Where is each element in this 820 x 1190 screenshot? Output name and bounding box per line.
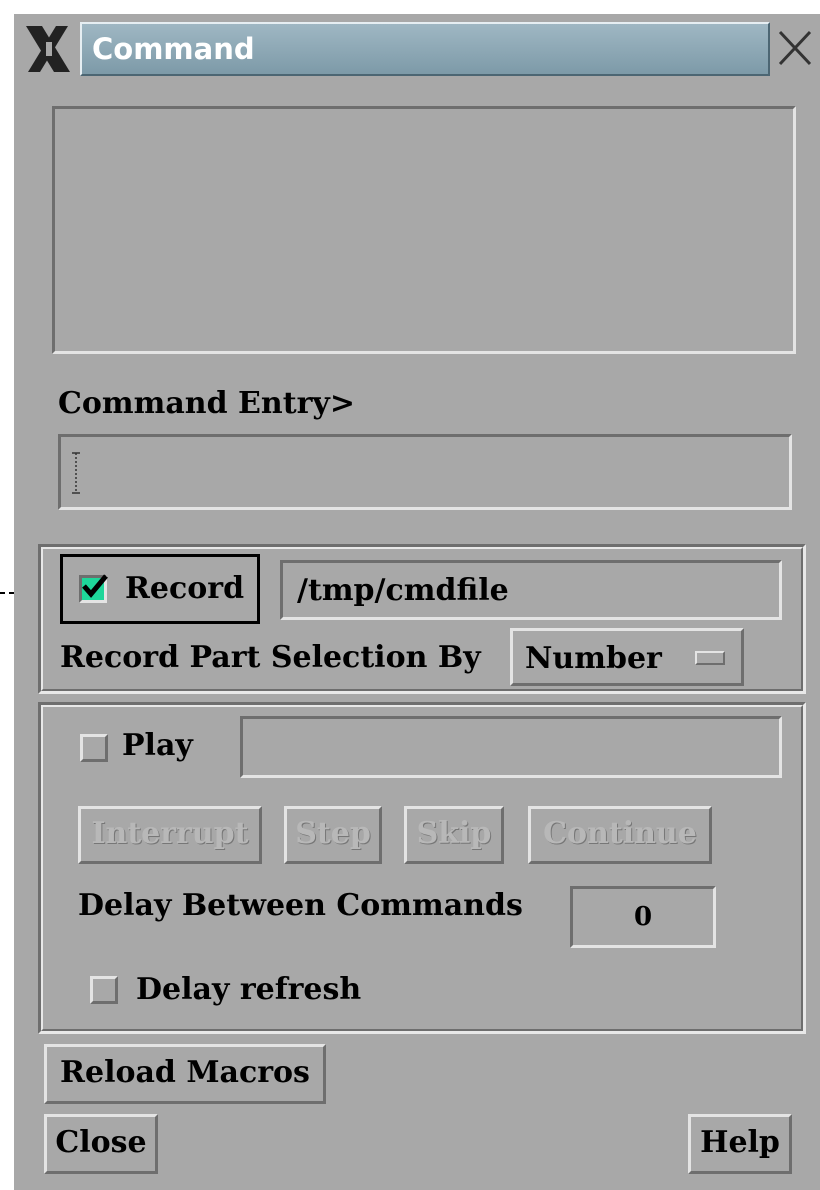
play-checkbox[interactable] [80, 734, 108, 762]
option-menu-indicator-icon [695, 651, 725, 665]
record-part-selection-label: Record Part Selection By [60, 640, 481, 675]
skip-label: Skip [416, 816, 492, 851]
part-selection-dropdown[interactable]: Number [510, 628, 744, 686]
delay-refresh-label: Delay refresh [136, 972, 362, 1007]
step-button[interactable]: Step [284, 806, 382, 864]
text-cursor-icon [72, 452, 80, 494]
command-entry-input[interactable] [58, 434, 792, 510]
step-label: Step [295, 816, 371, 851]
x-window-icon[interactable] [22, 22, 74, 76]
command-window: Command Command Entry> Record /tmp/cmdfi… [14, 14, 820, 1190]
delay-between-commands-label: Delay Between Commands [78, 888, 523, 923]
help-button[interactable]: Help [688, 1114, 792, 1174]
close-button[interactable]: Close [44, 1114, 158, 1174]
play-label: Play [122, 728, 193, 763]
reload-macros-button[interactable]: Reload Macros [44, 1044, 326, 1104]
record-label: Record [125, 571, 245, 606]
delay-value: 0 [633, 902, 653, 932]
command-output-area[interactable] [52, 106, 796, 354]
checkmark-icon [82, 574, 108, 598]
continue-label: Continue [543, 816, 697, 851]
skip-button[interactable]: Skip [404, 806, 504, 864]
reload-macros-label: Reload Macros [60, 1055, 310, 1090]
record-toggle[interactable]: Record [60, 554, 260, 624]
delay-refresh-checkbox[interactable] [90, 976, 118, 1004]
interrupt-label: Interrupt [91, 816, 249, 851]
command-entry-label: Command Entry> [58, 386, 355, 421]
interrupt-button[interactable]: Interrupt [78, 806, 262, 864]
record-file-path: /tmp/cmdfile [297, 573, 509, 608]
close-label: Close [55, 1125, 147, 1160]
help-label: Help [700, 1125, 780, 1160]
play-file-field[interactable] [240, 716, 782, 778]
part-selection-value: Number [525, 641, 662, 676]
window-title: Command [80, 22, 770, 76]
record-file-field[interactable]: /tmp/cmdfile [280, 560, 782, 620]
record-checkbox[interactable] [79, 574, 108, 603]
delay-value-field[interactable]: 0 [570, 886, 716, 948]
continue-button[interactable]: Continue [528, 806, 712, 864]
title-bar: Command [14, 14, 820, 82]
close-icon[interactable] [774, 26, 816, 70]
